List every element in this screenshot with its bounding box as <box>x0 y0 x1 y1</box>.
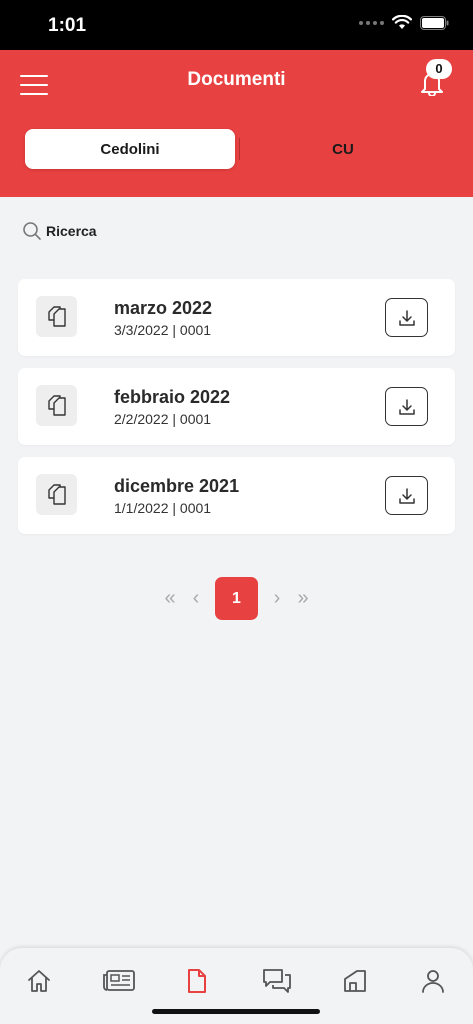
home-icon <box>28 970 50 992</box>
search-icon <box>23 222 41 240</box>
document-icon-box <box>36 385 77 426</box>
building-icon <box>344 970 366 992</box>
notification-badge: 0 <box>426 59 452 79</box>
tab-cedolini[interactable]: Cedolini <box>25 129 235 169</box>
tab-profile[interactable] <box>417 965 449 997</box>
home-indicator <box>152 1009 320 1014</box>
next-page-button[interactable]: › <box>264 577 290 620</box>
download-button[interactable] <box>385 298 428 337</box>
tab-chat[interactable] <box>259 965 295 997</box>
header: Documenti 0 Cedolini CU <box>0 50 473 197</box>
documents-icon <box>47 483 66 505</box>
user-icon <box>422 970 444 993</box>
document-subtitle: 2/2/2022 | 0001 <box>114 411 212 427</box>
newspaper-icon <box>103 970 135 991</box>
chat-icon <box>263 969 291 993</box>
page-title: Documenti <box>187 69 286 90</box>
download-icon <box>398 398 415 415</box>
download-icon <box>398 487 415 504</box>
download-button[interactable] <box>385 476 428 515</box>
document-subtitle: 3/3/2022 | 0001 <box>114 322 212 338</box>
document-icon <box>188 969 206 993</box>
status-time: 1:01 <box>48 15 87 36</box>
first-page-button[interactable]: « <box>157 577 183 620</box>
last-page-button[interactable]: » <box>290 577 316 620</box>
document-icon-box <box>36 474 77 515</box>
document-item[interactable]: marzo 2022 3/3/2022 | 0001 <box>18 279 455 356</box>
document-title: febbraio 2022 <box>114 387 231 407</box>
tab-news[interactable] <box>101 965 137 997</box>
document-title: dicembre 2021 <box>114 476 240 496</box>
document-subtitle: 1/1/2022 | 0001 <box>114 500 212 516</box>
document-icon-box <box>36 296 77 337</box>
search-label: Ricerca <box>46 223 97 239</box>
wifi-icon <box>392 15 412 29</box>
pagination: « ‹ 1 › » <box>0 577 473 620</box>
documents-icon <box>47 305 66 327</box>
status-icons <box>359 15 449 30</box>
search-button[interactable]: Ricerca <box>22 221 97 241</box>
download-button[interactable] <box>385 387 428 426</box>
battery-icon <box>420 15 449 30</box>
document-item[interactable]: dicembre 2021 1/1/2022 | 0001 <box>18 457 455 534</box>
page-number-button[interactable]: 1 <box>215 577 258 620</box>
tab-cu[interactable]: CU <box>241 129 445 169</box>
tab-building[interactable] <box>339 965 371 997</box>
signal-dots-icon <box>359 20 384 25</box>
document-title: marzo 2022 <box>114 298 213 318</box>
status-bar: 1:01 <box>0 0 473 50</box>
document-list: marzo 2022 3/3/2022 | 0001 febbraio 2022… <box>18 279 455 546</box>
document-item[interactable]: febbraio 2022 2/2/2022 | 0001 <box>18 368 455 445</box>
documents-icon <box>47 394 66 416</box>
tab-documents[interactable] <box>181 965 213 997</box>
prev-page-button[interactable]: ‹ <box>183 577 209 620</box>
segmented-control: Cedolini CU <box>25 129 445 169</box>
download-icon <box>398 309 415 326</box>
tab-home[interactable] <box>23 965 55 997</box>
segment-divider <box>239 138 240 160</box>
